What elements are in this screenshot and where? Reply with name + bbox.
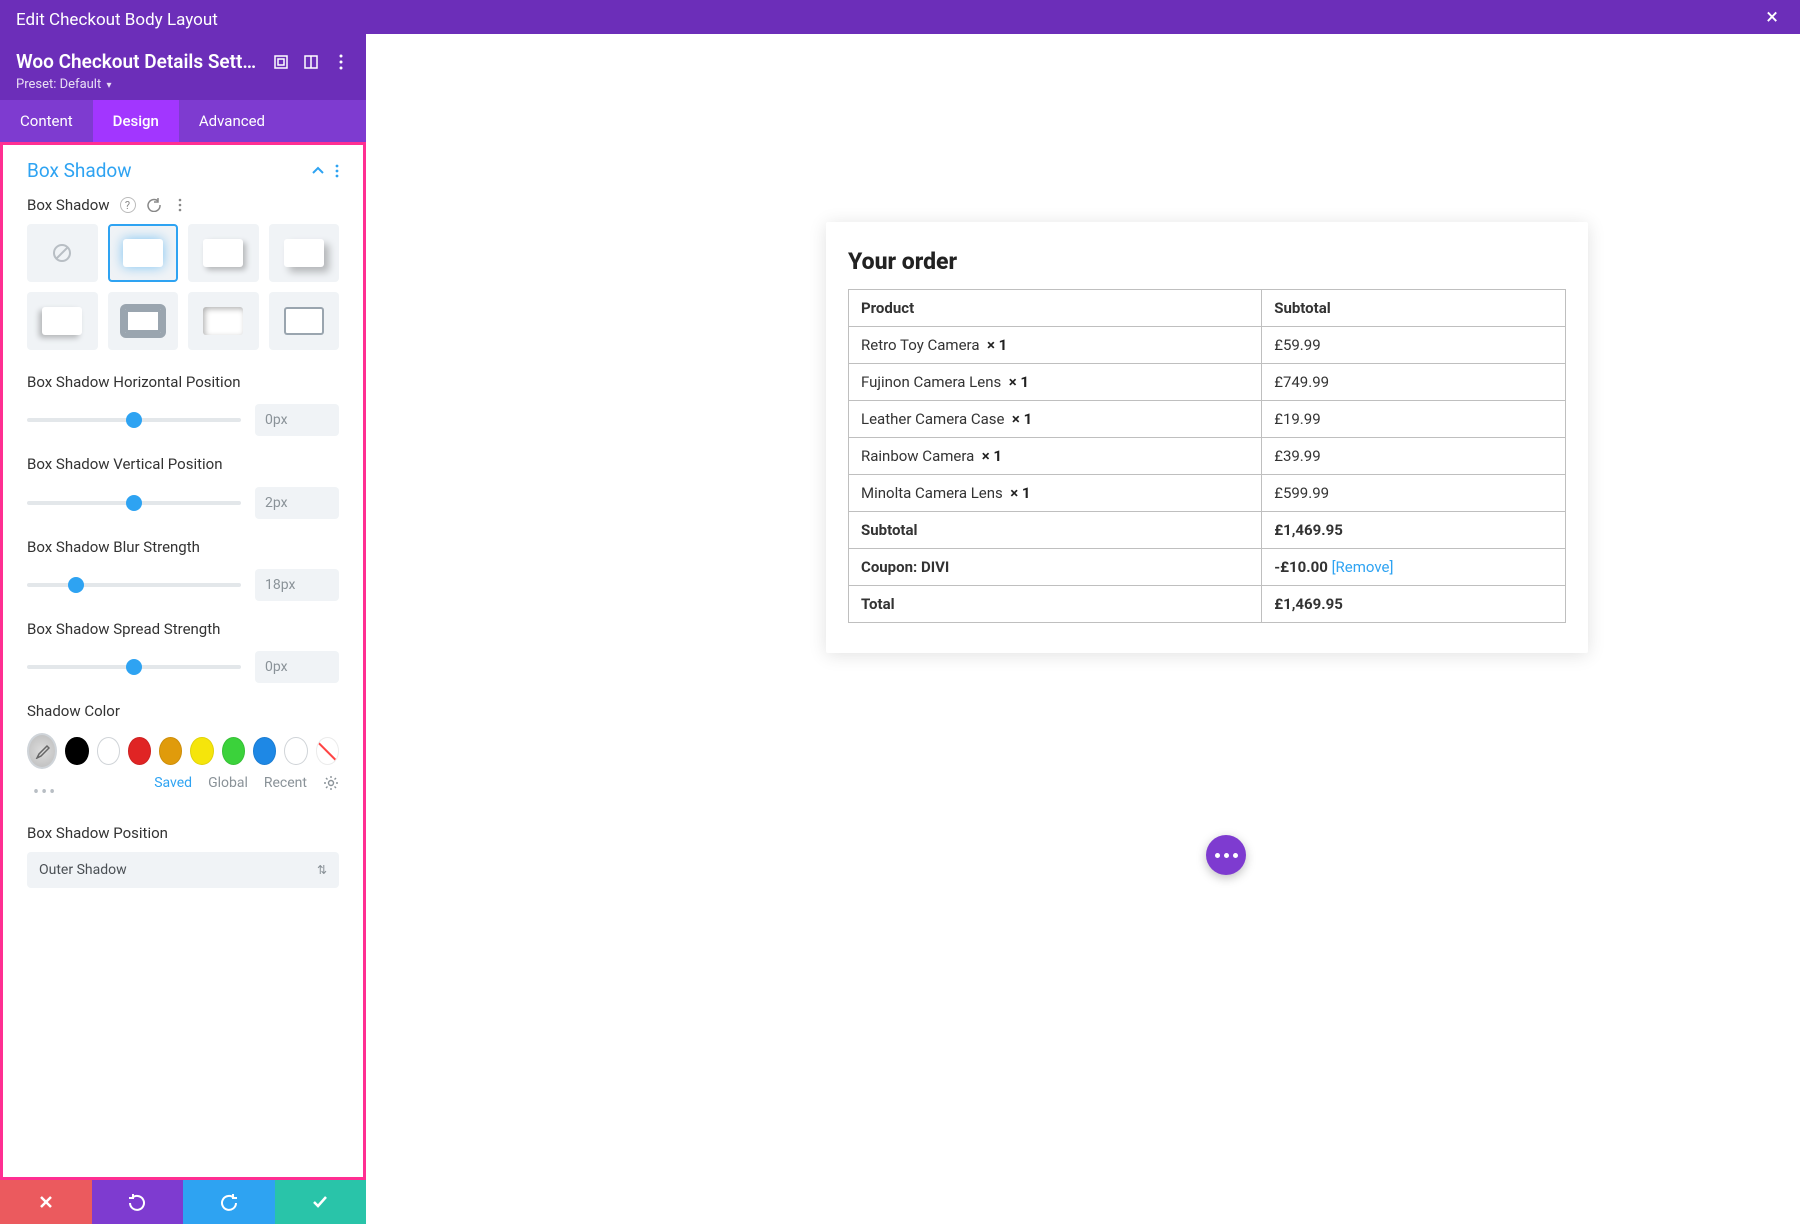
close-icon[interactable]: × (1760, 5, 1784, 30)
swatch-black[interactable] (65, 737, 88, 765)
swatch-red[interactable] (128, 737, 151, 765)
panel-title: Edit Checkout Body Layout (16, 10, 350, 30)
color-tab-saved[interactable]: Saved (154, 775, 192, 791)
box-shadow-label: Box Shadow (27, 196, 110, 214)
fab-more-button[interactable] (1206, 835, 1246, 875)
slider-blur[interactable] (27, 583, 241, 587)
slider-label-hpos: Box Shadow Horizontal Position (27, 372, 339, 392)
shadow-position-select[interactable]: Outer Shadow ⇅ (27, 852, 339, 888)
select-caret-icon: ⇅ (317, 863, 327, 877)
order-heading: Your order (848, 248, 1566, 275)
table-row: Rainbow Camera × 1£39.99 (849, 438, 1566, 475)
cancel-button[interactable] (0, 1180, 92, 1224)
coupon-label: Coupon: DIVI (849, 549, 1262, 586)
table-row: Minolta Camera Lens × 1£599.99 (849, 475, 1566, 512)
slider-label-blur: Box Shadow Blur Strength (27, 537, 339, 557)
swatch-green[interactable] (222, 737, 245, 765)
shadow-preset-none[interactable] (27, 224, 98, 282)
subtotal-value: £1,469.95 (1262, 512, 1566, 549)
settings-panel: Edit Checkout Body Layout Woo Checkout D… (0, 0, 366, 1224)
shadow-preset-1[interactable] (108, 224, 179, 282)
gear-icon[interactable] (323, 775, 339, 791)
shadow-position-label: Box Shadow Position (27, 823, 339, 843)
coupon-remove-link[interactable]: [Remove] (1332, 558, 1394, 576)
undo-button[interactable] (92, 1180, 184, 1224)
swatch-white-2[interactable] (284, 737, 307, 765)
slider-spread-value[interactable]: 0px (255, 651, 339, 683)
redo-button[interactable] (183, 1180, 275, 1224)
tab-design[interactable]: Design (93, 100, 179, 142)
order-table: Product Subtotal Retro Toy Camera × 1£59… (848, 289, 1566, 623)
eyedropper-icon[interactable] (27, 733, 57, 769)
panel-scroll[interactable]: Box Shadow Box Shadow ? (0, 142, 366, 1180)
slider-vpos[interactable] (27, 501, 241, 505)
color-tab-recent[interactable]: Recent (264, 775, 307, 791)
col-product: Product (849, 290, 1262, 327)
color-swatches (27, 733, 339, 769)
panel-footer (0, 1180, 366, 1224)
slider-blur-value[interactable]: 18px (255, 569, 339, 601)
kebab-icon[interactable] (335, 164, 339, 178)
kebab-icon[interactable] (332, 53, 350, 71)
slider-spread[interactable] (27, 665, 241, 669)
total-value: £1,469.95 (1262, 586, 1566, 623)
shadow-preset-2[interactable] (188, 224, 259, 282)
tab-content[interactable]: Content (0, 100, 93, 142)
settings-tabs: Content Design Advanced (0, 100, 366, 142)
help-icon[interactable]: ? (120, 197, 136, 213)
chevron-down-icon: ▾ (106, 80, 111, 91)
subtotal-label: Subtotal (849, 512, 1262, 549)
shadow-preset-7[interactable] (269, 292, 340, 350)
swatch-orange[interactable] (159, 737, 182, 765)
tab-advanced[interactable]: Advanced (179, 100, 285, 142)
table-row: Retro Toy Camera × 1£59.99 (849, 327, 1566, 364)
table-row: Leather Camera Case × 1£19.99 (849, 401, 1566, 438)
reset-icon[interactable] (146, 197, 162, 213)
swatch-white[interactable] (97, 737, 120, 765)
shadow-preset-4[interactable] (27, 292, 98, 350)
slider-vpos-value[interactable]: 2px (255, 487, 339, 519)
swatch-blue[interactable] (253, 737, 276, 765)
preset-selector[interactable]: Preset: Default ▾ (16, 77, 350, 92)
shadow-preset-3[interactable] (269, 224, 340, 282)
swatch-transparent[interactable] (316, 737, 339, 765)
slider-label-vpos: Box Shadow Vertical Position (27, 454, 339, 474)
col-subtotal: Subtotal (1262, 290, 1566, 327)
shadow-preset-5[interactable] (108, 292, 179, 350)
total-label: Total (849, 586, 1262, 623)
slider-hpos[interactable] (27, 418, 241, 422)
shadow-preset-6[interactable] (188, 292, 259, 350)
color-tab-global[interactable]: Global (208, 775, 248, 791)
kebab-icon[interactable] (172, 197, 188, 213)
save-button[interactable] (275, 1180, 367, 1224)
shadow-preset-grid (27, 224, 339, 350)
slider-hpos-value[interactable]: 0px (255, 404, 339, 436)
shadow-color-label: Shadow Color (27, 701, 339, 721)
module-title: Woo Checkout Details Setti... (16, 50, 260, 73)
swatch-yellow[interactable] (190, 737, 213, 765)
slider-label-spread: Box Shadow Spread Strength (27, 619, 339, 639)
chevron-up-icon[interactable] (311, 164, 325, 178)
more-icon[interactable]: ••• (27, 778, 63, 807)
table-row: Fujinon Camera Lens × 1£749.99 (849, 364, 1566, 401)
section-title[interactable]: Box Shadow (27, 159, 132, 182)
columns-icon[interactable] (302, 53, 320, 71)
expand-icon[interactable] (272, 53, 290, 71)
coupon-cell: -£10.00 [Remove] (1262, 549, 1566, 586)
preview-canvas: Your order Product Subtotal Retro Toy Ca… (366, 0, 1800, 1224)
order-card: Your order Product Subtotal Retro Toy Ca… (826, 222, 1588, 653)
